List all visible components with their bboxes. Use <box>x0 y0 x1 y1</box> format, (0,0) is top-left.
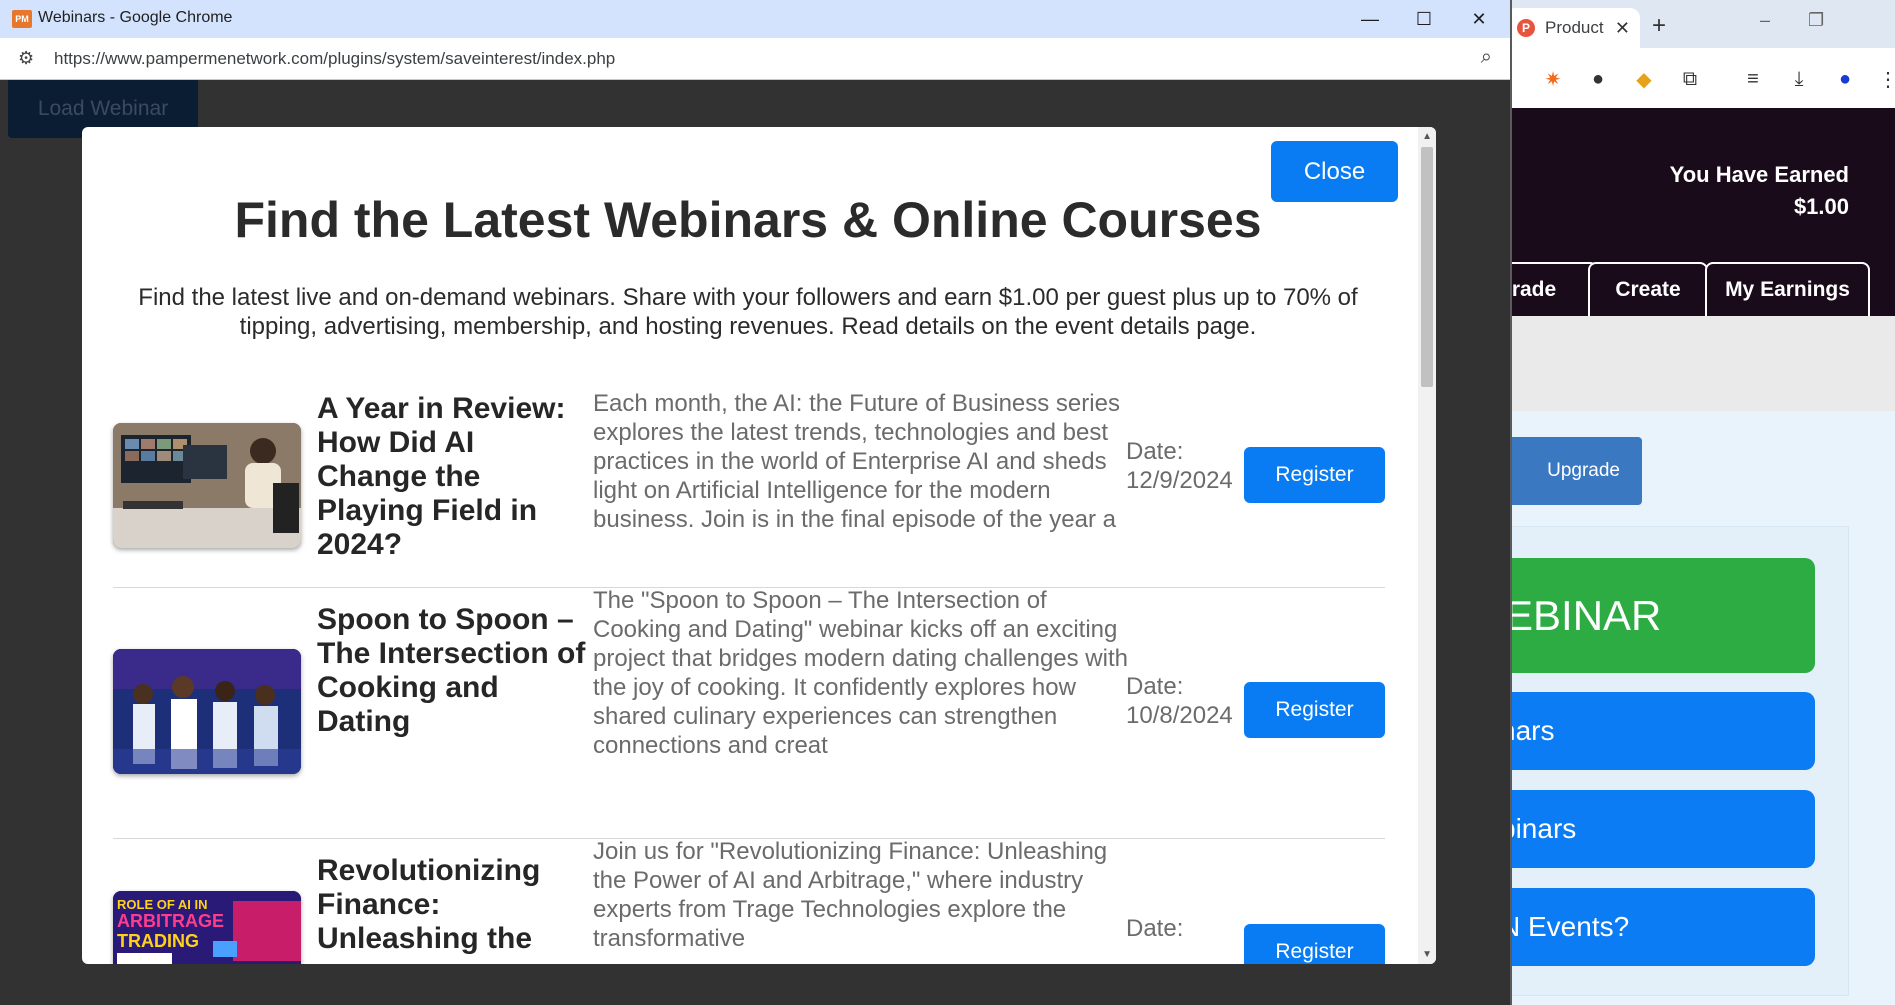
register-button[interactable]: Register <box>1244 447 1385 503</box>
webinar-date: Date: <box>1126 914 1246 943</box>
webinar-date: Date: 10/8/2024 <box>1126 672 1246 730</box>
modal-heading: Find the Latest Webinars & Online Course… <box>234 192 1262 248</box>
extension-spark-icon[interactable]: ✷ <box>1540 66 1566 92</box>
register-button[interactable]: Register <box>1244 682 1385 738</box>
scroll-down-icon[interactable]: ▼ <box>1422 949 1432 960</box>
webinar-row: Spoon to Spoon – The Intersection of Coo… <box>113 587 1385 839</box>
download-icon[interactable]: ⤓ <box>1786 66 1812 92</box>
date-value: 12/9/2024 <box>1126 467 1233 494</box>
popup-window-title: Webinars - Google Chrome <box>38 9 233 26</box>
extension-badge-icon[interactable]: ◆ <box>1631 66 1657 92</box>
webinar-thumbnail[interactable]: ROLE OF AI IN ARBITRAGE TRADING <box>113 891 301 964</box>
profile-avatar-icon[interactable]: ● <box>1832 66 1858 92</box>
popup-window: PM Webinars - Google Chrome — ☐ ✕ ⚙ http… <box>0 0 1512 1005</box>
webinar-description: Join us for "Revolutionizing Finance: Un… <box>593 838 1108 952</box>
nav-tab-create[interactable]: Create <box>1588 262 1708 316</box>
maximize-icon[interactable]: ☐ <box>1397 2 1451 36</box>
webinar-modal: Close Find the Latest Webinars & Online … <box>82 127 1436 964</box>
address-bar[interactable]: ⚙ https://www.pampermenetwork.com/plugin… <box>0 38 1510 80</box>
webinar-description: Each month, the AI: the Future of Busine… <box>593 390 1120 533</box>
nav-tab-my-earnings[interactable]: My Earnings <box>1705 262 1870 316</box>
media-queue-icon[interactable]: ≡ <box>1740 66 1766 92</box>
close-window-icon[interactable]: ✕ <box>1452 2 1506 36</box>
webinar-thumbnail[interactable] <box>113 423 301 548</box>
webinars-button[interactable]: nars <box>1500 692 1815 770</box>
register-button[interactable]: Register <box>1244 924 1385 964</box>
site-info-icon[interactable]: ⚙ <box>18 48 34 69</box>
zoom-icon[interactable]: ⌕ <box>1481 46 1492 69</box>
webinar-title[interactable]: Spoon to Spoon – The Intersection of Coo… <box>317 603 587 739</box>
scroll-up-icon[interactable]: ▲ <box>1422 131 1432 142</box>
earned-label: You Have Earned <box>1669 162 1849 187</box>
new-tab-icon[interactable]: + <box>1652 12 1666 40</box>
close-tab-icon[interactable]: ✕ <box>1615 18 1630 39</box>
svg-text:TRADING: TRADING <box>117 931 199 951</box>
scrollbar-thumb[interactable] <box>1421 147 1433 387</box>
menu-kebab-icon[interactable]: ⋮ <box>1875 66 1895 92</box>
webinar-description: The "Spoon to Spoon – The Intersection o… <box>593 587 1128 759</box>
modal-scrollbar[interactable]: ▲ ▼ <box>1418 127 1436 964</box>
webinar-row: ROLE OF AI IN ARBITRAGE TRADING Revoluti… <box>113 838 1385 964</box>
date-value: 10/8/2024 <box>1126 702 1233 729</box>
date-label: Date: <box>1126 915 1184 942</box>
site-favicon-icon: PM <box>12 10 32 28</box>
producthunt-icon: P <box>1517 19 1535 37</box>
background-tab[interactable]: P Product ✕ <box>1505 8 1640 48</box>
date-label: Date: <box>1126 673 1184 700</box>
upgrade-button[interactable]: Upgrade <box>1500 437 1642 505</box>
url-text[interactable]: https://www.pampermenetwork.com/plugins/… <box>54 49 615 69</box>
extensions-puzzle-icon[interactable]: ⧉ <box>1677 66 1703 92</box>
earned-value: $1.00 <box>1793 194 1849 219</box>
popup-title-bar: PM Webinars - Google Chrome — ☐ ✕ <box>0 0 1510 38</box>
minimize-icon[interactable]: — <box>1343 2 1397 36</box>
date-label: Date: <box>1126 438 1184 465</box>
events-button[interactable]: N Events? <box>1500 888 1815 966</box>
background-tab-title: Product <box>1545 18 1604 37</box>
webinar-button[interactable]: EBINAR <box>1500 558 1815 673</box>
webinar-title[interactable]: Revolutionizing Finance: Unleashing the <box>317 854 587 956</box>
webinar-title[interactable]: A Year in Review: How Did AI Change the … <box>317 392 587 562</box>
webinar-date: Date: 12/9/2024 <box>1126 437 1246 495</box>
my-webinars-button[interactable]: binars <box>1500 790 1815 868</box>
webinar-row: A Year in Review: How Did AI Change the … <box>113 382 1385 588</box>
webinar-thumbnail[interactable] <box>113 649 301 774</box>
modal-intro: Find the latest live and on-demand webin… <box>138 284 1358 340</box>
svg-text:ARBITRAGE: ARBITRAGE <box>117 911 224 931</box>
background-window-controls[interactable]: –❐ <box>1760 10 1862 31</box>
extension-ball-icon[interactable]: ● <box>1585 66 1611 92</box>
gray-band <box>1500 316 1895 411</box>
thumbnail-logo-text: ROLE OF AI IN <box>117 897 208 912</box>
